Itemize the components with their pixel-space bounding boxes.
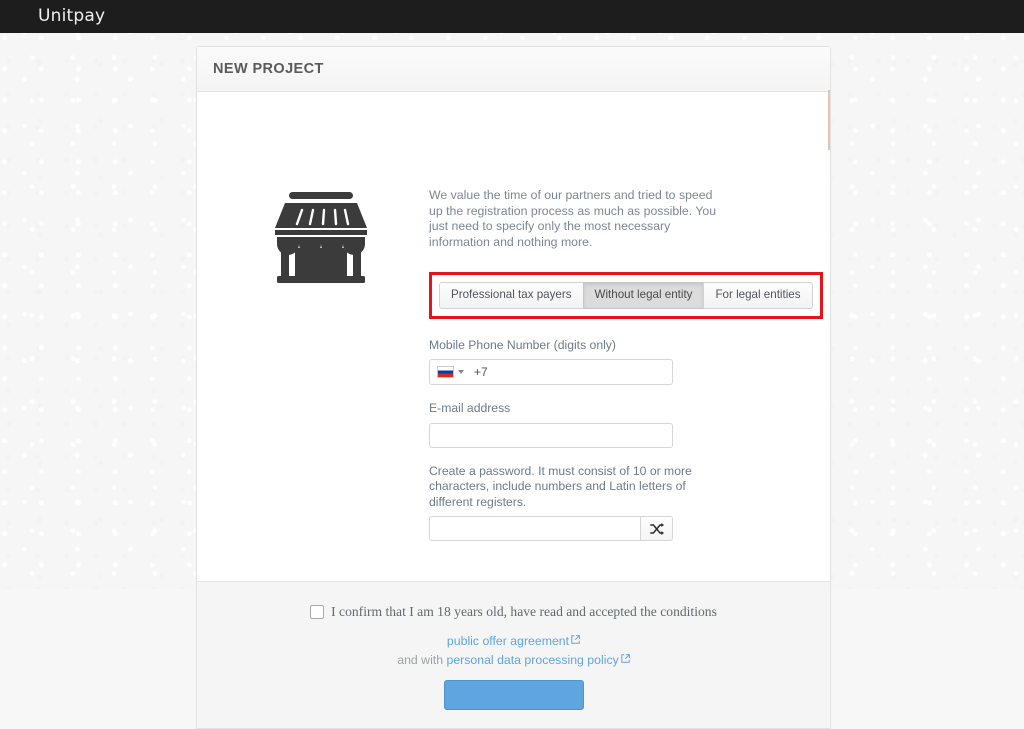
personal-data-policy-link[interactable]: personal data processing policy	[446, 653, 618, 667]
phone-input[interactable]	[470, 360, 672, 385]
phone-field-block: Mobile Phone Number (digits only)	[429, 338, 823, 386]
flag-ru-icon	[437, 366, 454, 379]
email-field-block: E-mail address	[429, 401, 823, 448]
entity-type-tabs: Professional tax payers Without legal en…	[439, 282, 813, 309]
illustration-column	[217, 118, 425, 557]
offer-link-line: public offer agreement	[217, 632, 810, 649]
password-field-block: Create a password. It must consist of 10…	[429, 464, 823, 542]
storefront-icon	[275, 192, 367, 283]
brand-logo[interactable]: Unitpay	[38, 6, 105, 26]
tab-professional-tax-payers[interactable]: Professional tax payers	[439, 282, 584, 309]
card-header: NEW PROJECT	[197, 47, 830, 92]
tab-for-legal-entities[interactable]: For legal entities	[703, 282, 813, 309]
submit-row	[217, 680, 810, 711]
phone-label: Mobile Phone Number (digits only)	[429, 337, 616, 352]
country-code-selector[interactable]	[430, 360, 470, 384]
email-input[interactable]	[429, 422, 673, 448]
card-edge-accent	[828, 90, 830, 150]
age-confirmation-label: I confirm that I am 18 years old, have r…	[331, 604, 717, 620]
and-with-text: and with	[397, 653, 444, 668]
public-offer-agreement-link[interactable]: public offer agreement	[447, 634, 569, 648]
top-navigation-bar: Unitpay	[0, 0, 1024, 33]
entity-type-highlight-box: Professional tax payers Without legal en…	[429, 272, 823, 319]
generate-password-button[interactable]	[641, 516, 673, 542]
intro-text: We value the time of our partners and tr…	[429, 188, 717, 249]
phone-input-group	[429, 359, 673, 386]
password-input[interactable]	[429, 516, 641, 542]
submit-button[interactable]	[443, 680, 584, 711]
email-label: E-mail address	[429, 401, 511, 416]
tab-without-legal-entity[interactable]: Without legal entity	[582, 282, 705, 309]
registration-form: We value the time of our partners and tr…	[429, 118, 823, 557]
chevron-down-icon	[458, 370, 464, 375]
page-title: NEW PROJECT	[213, 61, 324, 77]
age-confirmation-row: I confirm that I am 18 years old, have r…	[217, 604, 810, 620]
external-link-icon	[621, 651, 630, 667]
card-footer: I confirm that I am 18 years old, have r…	[197, 581, 830, 729]
password-input-group	[429, 516, 823, 542]
card-body: We value the time of our partners and tr…	[197, 92, 830, 581]
shuffle-icon	[649, 522, 664, 535]
new-project-card: NEW PROJECT We value the time of our par…	[196, 46, 831, 729]
password-label: Create a password. It must consist of 10…	[429, 463, 692, 509]
external-link-icon	[571, 632, 580, 648]
privacy-link-line: and with personal data processing policy	[217, 651, 810, 668]
age-confirmation-checkbox[interactable]	[310, 605, 325, 620]
